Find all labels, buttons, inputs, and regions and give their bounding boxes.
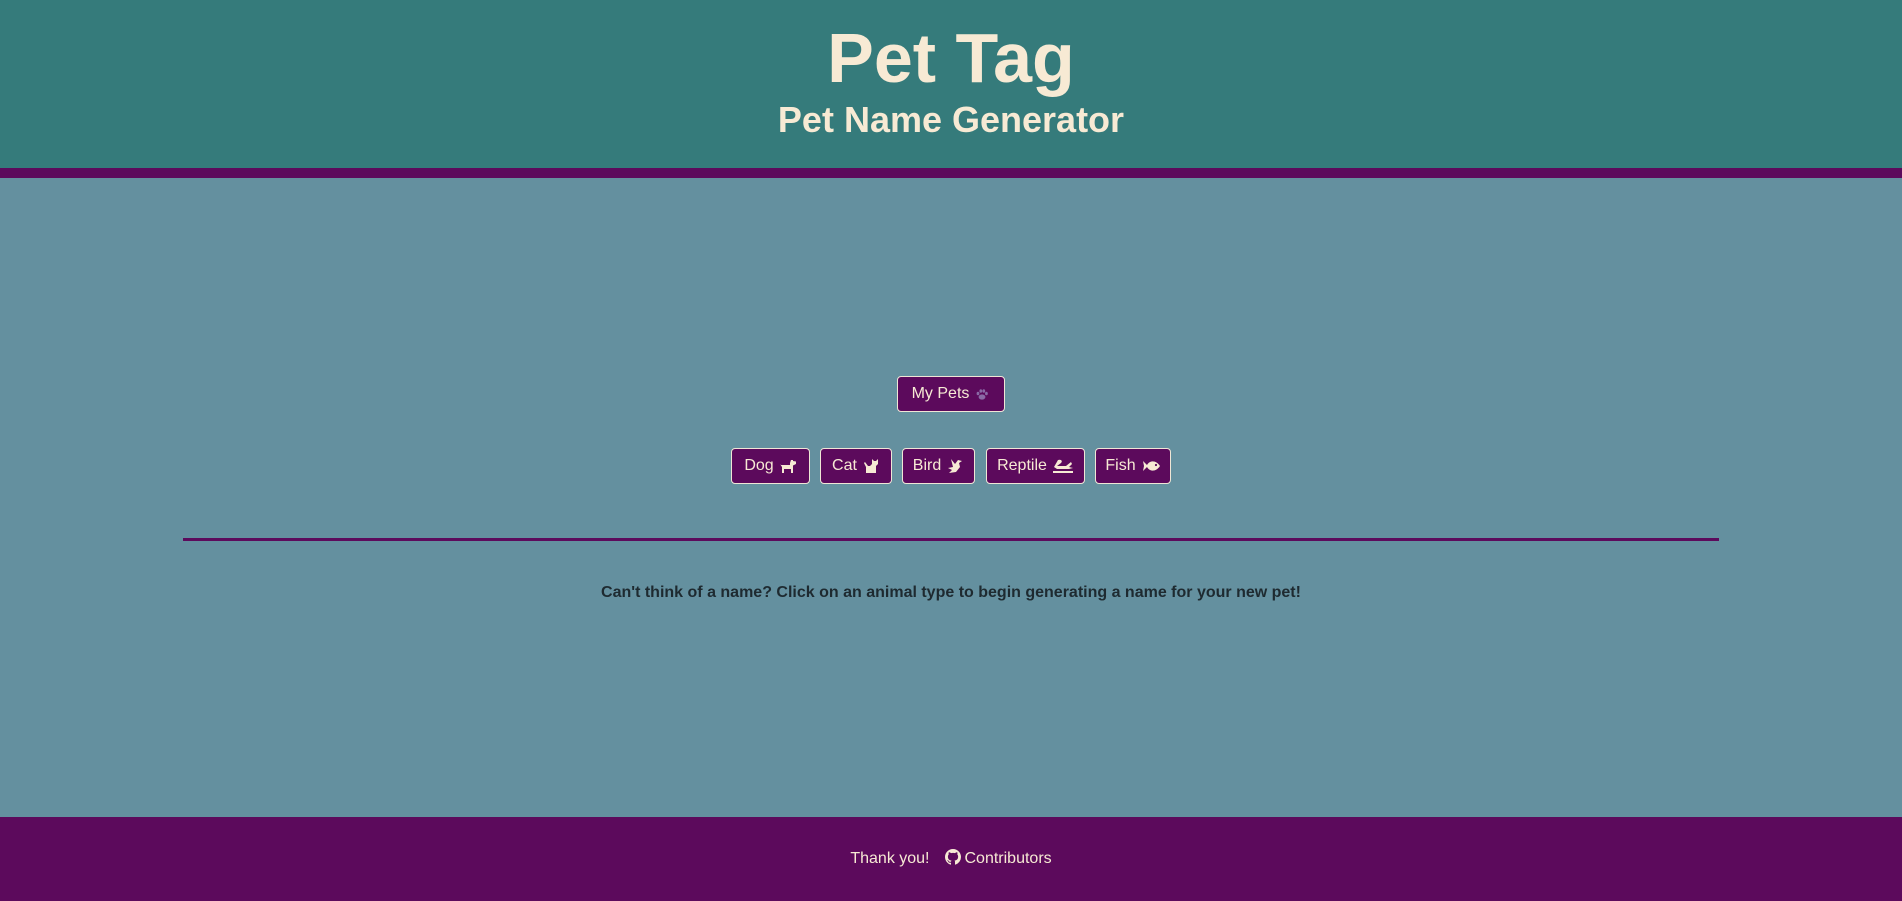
instructions-text: Can't think of a name? Click on an anima… bbox=[601, 584, 1301, 601]
paw-icon bbox=[974, 387, 990, 401]
fish-icon bbox=[1141, 459, 1161, 473]
cat-button[interactable]: Cat bbox=[820, 448, 892, 484]
page-subtitle: Pet Name Generator bbox=[777, 99, 1125, 140]
footer-content: Thank you! Contributors bbox=[0, 817, 1902, 901]
reptile-icon bbox=[1052, 458, 1074, 474]
cat-button-label: Cat bbox=[832, 457, 857, 474]
site-header: Pet Tag Pet Name Generator bbox=[0, 0, 1902, 168]
dog-button[interactable]: Dog bbox=[731, 448, 810, 484]
reptile-button-label: Reptile bbox=[997, 457, 1047, 474]
site-footer: Thank you! Contributors bbox=[0, 817, 1902, 901]
dog-icon bbox=[779, 458, 797, 474]
reptile-button[interactable]: Reptile bbox=[986, 448, 1085, 484]
my-pets-button[interactable]: My Pets bbox=[897, 376, 1005, 412]
bird-button[interactable]: Bird bbox=[902, 448, 975, 484]
contributors-label: Contributors bbox=[964, 850, 1052, 867]
header-divider bbox=[0, 168, 1902, 178]
bird-button-label: Bird bbox=[912, 457, 942, 474]
page-title: Pet Tag bbox=[827, 19, 1075, 97]
github-icon bbox=[944, 848, 961, 870]
thanks-text: Thank you! bbox=[850, 850, 930, 867]
cat-icon bbox=[862, 458, 880, 474]
dove-icon bbox=[946, 458, 964, 474]
contributors-link[interactable]: Contributors bbox=[944, 848, 1052, 870]
fish-button[interactable]: Fish bbox=[1095, 448, 1171, 484]
my-pets-label: My Pets bbox=[911, 385, 970, 402]
dog-button-label: Dog bbox=[744, 457, 774, 474]
fish-button-label: Fish bbox=[1105, 457, 1136, 474]
section-divider bbox=[183, 538, 1719, 541]
